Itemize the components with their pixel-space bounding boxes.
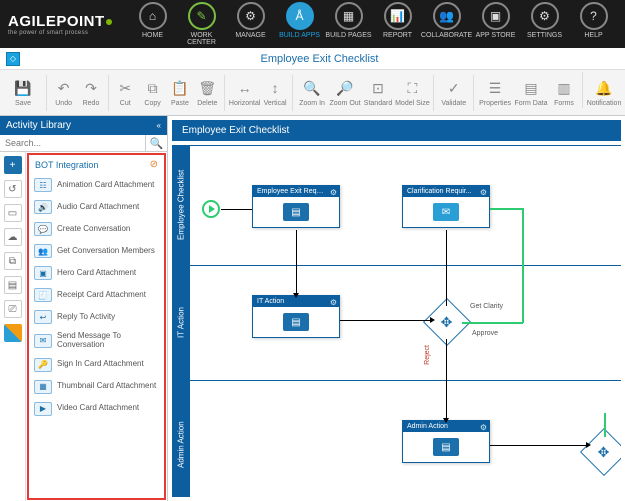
paste-button[interactable]: 📋Paste [167,72,192,114]
document-title: Employee Exit Checklist [20,53,619,65]
gateway-approve-label: Approve [472,330,498,337]
lane-it[interactable]: IT Action [172,265,190,380]
sidebar-title[interactable]: Activity Library « [0,116,167,135]
activity-item[interactable]: ▦Thumbnail Card Attachment [29,376,164,398]
horizontal-button[interactable]: ↔Horizontal [229,72,261,114]
gear-icon[interactable]: ⚙ [480,188,487,197]
lane-admin[interactable]: Admin Action [172,380,190,497]
gear-icon[interactable]: ⚙ [330,298,337,307]
create-conversation-icon: 💬 [34,222,52,236]
add-category-button[interactable]: + [4,156,22,174]
reply-icon: ↩ [34,310,52,324]
copy-button[interactable]: ⧉Copy [140,72,165,114]
send-message-icon: ✉ [34,334,52,348]
task-clarification[interactable]: Clarification Requir...⚙ ✉ [402,185,490,228]
activity-item[interactable]: 🔑Sign In Card Attachment [29,354,164,376]
notification-button[interactable]: 🔔Notification [587,72,621,114]
redo-button[interactable]: ↷Redo [78,72,103,114]
nav-work-center[interactable]: ✎WORK CENTER [178,2,225,46]
validate-button[interactable]: ✓Validate [438,72,469,114]
activity-item[interactable]: 💬Create Conversation [29,218,164,240]
category-rail: + ↺ ▭ ☁ ⧉ ▤ ⎚ [0,152,26,501]
form-icon: ▤ [283,313,309,331]
task-employee-exit-request[interactable]: Employee Exit Request⚙ ▤ [252,185,340,228]
activity-item[interactable]: ✉Send Message To Conversation [29,328,164,354]
search-input[interactable] [0,135,145,151]
model-size-button[interactable]: ⛶Model Size [395,72,429,114]
undo-button[interactable]: ↶Undo [51,72,76,114]
rail-item-6[interactable]: ⎚ [4,300,22,318]
thumbnail-card-icon: ▦ [34,380,52,394]
process-canvas-area: Employee Exit Checklist Employee Checkli… [168,116,625,501]
activity-list-panel: BOT Integration ⊘ ☷Animation Card Attach… [27,153,166,500]
activity-item[interactable]: 🔊Audio Card Attachment [29,196,164,218]
brand-name: AGILEPOINT [8,13,105,30]
lane-employee[interactable]: Employee Checklist [172,145,190,265]
forms-button[interactable]: ▥Forms [550,72,578,114]
start-event[interactable] [202,200,220,218]
toolbar-ribbon: 💾Save ↶Undo ↷Redo ✂Cut ⧉Copy 📋Paste 🗑Del… [0,70,625,116]
nav-manage[interactable]: ⚙MANAGE [227,2,274,46]
delete-button[interactable]: 🗑Delete [195,72,220,114]
audio-card-icon: 🔊 [34,200,52,214]
save-button[interactable]: 💾Save [4,72,42,114]
form-icon: ▤ [283,203,309,221]
brand-tagline: the power of smart process [8,30,113,36]
nav-app-store[interactable]: ▣APP STORE [472,2,519,46]
gear-icon[interactable]: ⚙ [330,188,337,197]
activity-item[interactable]: ☷Animation Card Attachment [29,174,164,196]
nav-settings[interactable]: ⚙SETTINGS [521,2,568,46]
search-button[interactable]: 🔍 [145,135,167,151]
activity-item[interactable]: ↩Reply To Activity [29,306,164,328]
top-navbar: AGILEPOINT the power of smart process ⌂H… [0,0,625,48]
move-icon: ✥ [598,443,610,460]
nav-build-apps[interactable]: ÅBUILD APPS [276,2,323,46]
rail-item-4[interactable]: ⧉ [4,252,22,270]
standard-button[interactable]: ⊡Standard [363,72,394,114]
document-subheader: ◇ Employee Exit Checklist [0,48,625,70]
process-title: Employee Exit Checklist [172,120,621,141]
process-icon[interactable]: ◇ [6,52,20,66]
activity-item[interactable]: ▶Video Card Attachment [29,398,164,420]
zoom-in-button[interactable]: 🔍Zoom In [297,72,328,114]
rail-item-2[interactable]: ▭ [4,204,22,222]
properties-button[interactable]: ☰Properties [478,72,512,114]
nav-report[interactable]: 📊REPORT [374,2,421,46]
signin-card-icon: 🔑 [34,358,52,372]
rail-item-3[interactable]: ☁ [4,228,22,246]
gateway-label: Get Clarity [470,303,503,310]
hero-card-icon: ▣ [34,266,52,280]
rail-item-1[interactable]: ↺ [4,180,22,198]
nav-collaborate[interactable]: 👥COLLABORATE [423,2,470,46]
mail-icon: ✉ [433,203,459,221]
vertical-button[interactable]: ↕Vertical [262,72,287,114]
task-it-action[interactable]: IT Action⚙ ▤ [252,295,340,338]
zoom-out-button[interactable]: 🔎Zoom Out [329,72,360,114]
activity-item[interactable]: ▣Hero Card Attachment [29,262,164,284]
get-members-icon: 👥 [34,244,52,258]
activity-item[interactable]: 🧾Receipt Card Attachment [29,284,164,306]
gear-icon[interactable]: ⚙ [480,423,487,432]
nav-build-pages[interactable]: ▦BUILD PAGES [325,2,372,46]
video-card-icon: ▶ [34,402,52,416]
rail-item-7[interactable] [4,324,22,342]
brand-logo: AGILEPOINT the power of smart process [8,13,113,36]
form-icon: ▤ [433,438,459,456]
rail-item-5[interactable]: ▤ [4,276,22,294]
move-icon: ✥ [441,313,453,330]
nav-home[interactable]: ⌂HOME [129,2,176,46]
collapse-icon[interactable]: « [157,121,161,130]
cut-button[interactable]: ✂Cut [113,72,138,114]
category-title: BOT Integration [35,160,98,170]
receipt-card-icon: 🧾 [34,288,52,302]
animation-card-icon: ☷ [34,178,52,192]
activity-item[interactable]: 👥Get Conversation Members [29,240,164,262]
activity-sidebar: Activity Library « 🔍 + ↺ ▭ ☁ ⧉ ▤ ⎚ BOT I… [0,116,168,501]
process-canvas[interactable]: Employee Checklist IT Action Admin Actio… [172,145,621,497]
form-data-button[interactable]: ▤Form Data [514,72,548,114]
gateway-reject-label: Reject [424,345,431,365]
close-category-icon[interactable]: ⊘ [150,159,158,170]
task-admin-action[interactable]: Admin Action⚙ ▤ [402,420,490,463]
nav-help[interactable]: ?HELP [570,2,617,46]
